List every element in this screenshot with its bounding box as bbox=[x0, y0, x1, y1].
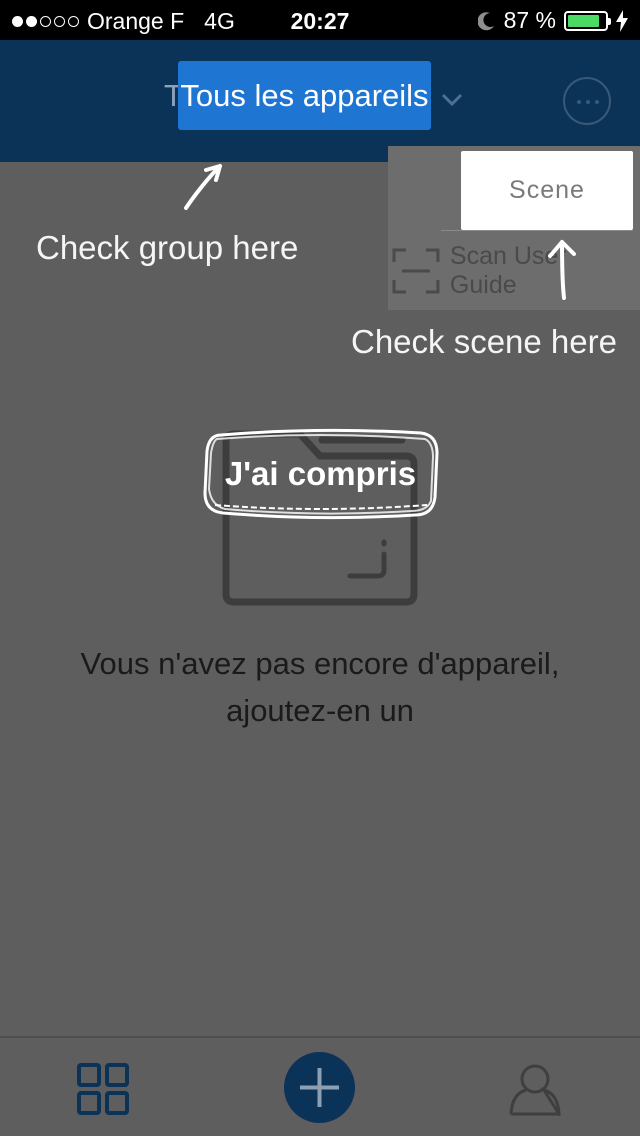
empty-state-line-1: Vous n'avez pas encore d'appareil, bbox=[80, 646, 560, 681]
plus-icon bbox=[300, 1068, 339, 1107]
tab-bar bbox=[0, 1036, 640, 1136]
arrow-up-icon bbox=[184, 164, 222, 210]
group-selector[interactable]: Tous les appareils bbox=[178, 61, 431, 130]
charging-icon bbox=[616, 9, 628, 32]
moon-icon bbox=[477, 11, 494, 30]
battery-icon bbox=[564, 10, 611, 31]
battery-percent: 87 % bbox=[503, 7, 556, 33]
got-it-button[interactable]: J'ai compris bbox=[201, 427, 440, 521]
scene-menu-item[interactable]: Scene bbox=[461, 151, 633, 230]
grid-icon[interactable] bbox=[77, 1063, 129, 1115]
arrow-up-icon bbox=[548, 240, 576, 300]
chevron-down-icon[interactable] bbox=[440, 90, 464, 108]
add-device-button[interactable] bbox=[284, 1052, 355, 1123]
empty-state-line-2: ajoutez-en un bbox=[226, 693, 414, 728]
scan-icon bbox=[392, 248, 440, 294]
more-icon[interactable] bbox=[563, 77, 611, 125]
group-hint: Check group here bbox=[36, 229, 299, 266]
empty-state-message: Vous n'avez pas encore d'appareil, ajout… bbox=[0, 640, 640, 734]
status-bar: Orange F 4G 20:27 87 % bbox=[0, 0, 640, 40]
status-right: 87 % bbox=[477, 7, 628, 34]
scene-hint: Check scene here bbox=[351, 323, 617, 360]
scan-menu-item[interactable]: Scan User Guide bbox=[392, 242, 640, 299]
menu-divider bbox=[441, 230, 633, 231]
user-icon[interactable] bbox=[508, 1062, 562, 1116]
